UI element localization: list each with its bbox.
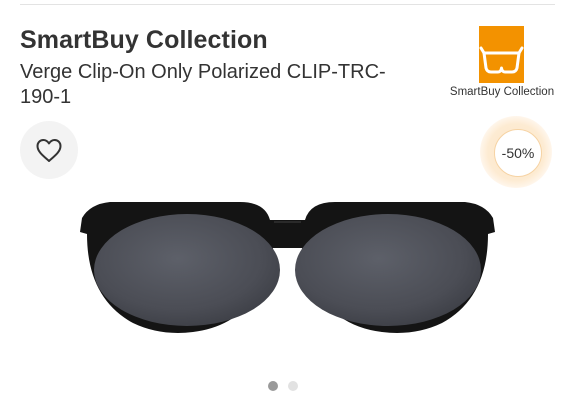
discount-badge: -50% [494, 129, 542, 177]
product-title: Verge Clip-On Only Polarized CLIP-TRC-19… [20, 61, 386, 108]
glasses-logo-icon [479, 26, 524, 83]
brand-name: SmartBuy Collection [20, 26, 268, 54]
gallery-pagination [268, 381, 298, 391]
heart-outline-icon [36, 138, 62, 162]
brand-logo: SmartBuy Collection [448, 22, 556, 102]
gallery-dot-1[interactable] [268, 381, 278, 391]
favorite-button[interactable] [20, 121, 78, 179]
top-divider [20, 4, 555, 5]
logo-text: SmartBuy Collection [449, 86, 555, 98]
product-image[interactable] [70, 188, 505, 348]
gallery-dot-2[interactable] [288, 381, 298, 391]
